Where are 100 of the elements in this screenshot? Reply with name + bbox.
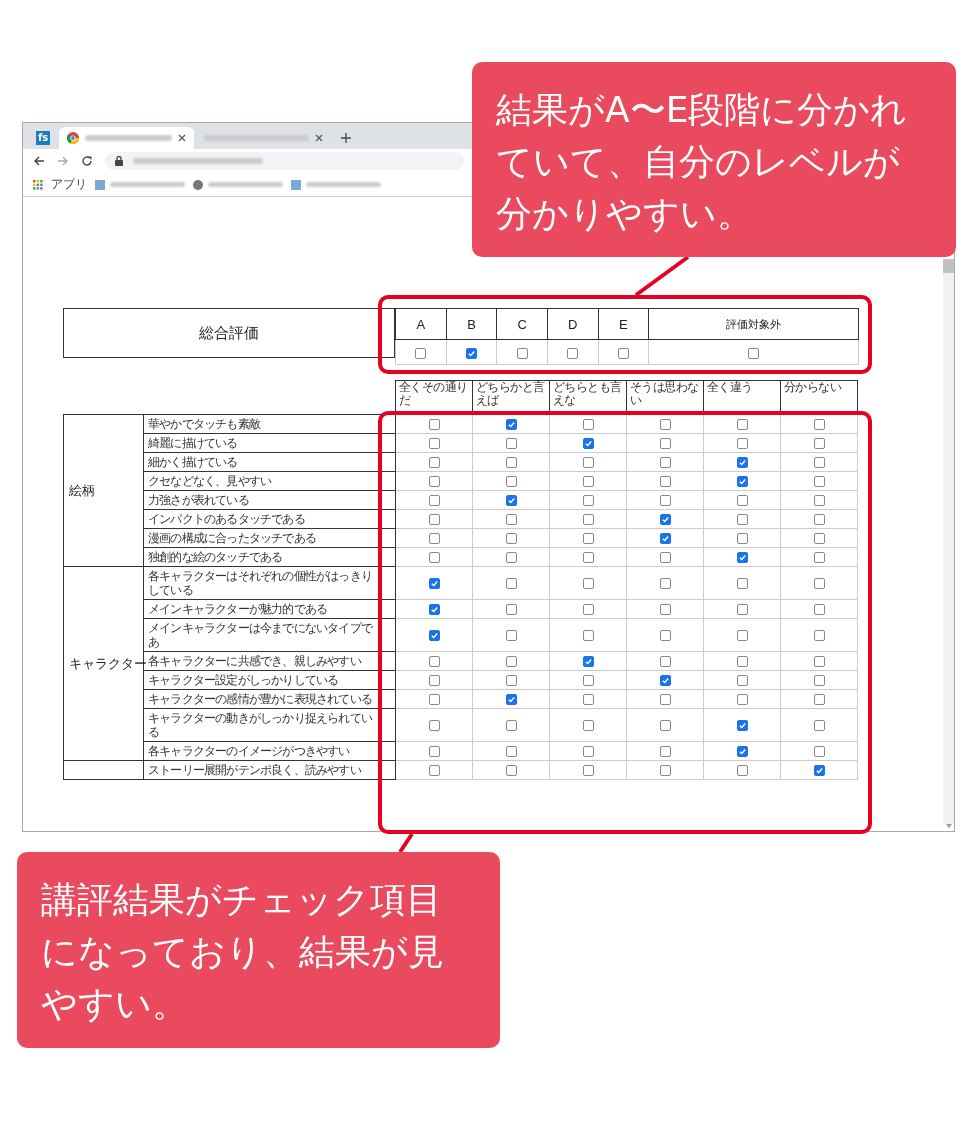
checkbox[interactable] <box>659 456 671 468</box>
checkbox[interactable] <box>582 456 594 468</box>
checkbox[interactable] <box>813 437 825 449</box>
checkbox[interactable] <box>428 764 440 776</box>
browser-tab[interactable] <box>59 127 194 149</box>
checkbox[interactable] <box>582 437 594 449</box>
checkbox[interactable] <box>736 456 748 468</box>
checkbox[interactable] <box>582 475 594 487</box>
checkbox[interactable] <box>617 347 629 359</box>
checkbox[interactable] <box>415 347 427 359</box>
checkbox[interactable] <box>428 655 440 667</box>
checkbox[interactable] <box>813 745 825 757</box>
checkbox[interactable] <box>505 577 517 589</box>
checkbox[interactable] <box>736 532 748 544</box>
checkbox[interactable] <box>428 532 440 544</box>
checkbox[interactable] <box>736 494 748 506</box>
checkbox[interactable] <box>428 603 440 615</box>
blurred-bookmark-drawing[interactable] <box>291 179 381 190</box>
checkbox[interactable] <box>736 475 748 487</box>
checkbox[interactable] <box>813 456 825 468</box>
checkbox[interactable] <box>582 764 594 776</box>
checkbox[interactable] <box>505 603 517 615</box>
checkbox[interactable] <box>659 513 671 525</box>
checkbox[interactable] <box>582 577 594 589</box>
checkbox[interactable] <box>736 764 748 776</box>
checkbox[interactable] <box>659 719 671 731</box>
forward-icon[interactable] <box>57 155 69 167</box>
checkbox[interactable] <box>428 629 440 641</box>
checkbox[interactable] <box>736 674 748 686</box>
checkbox[interactable] <box>813 513 825 525</box>
checkbox[interactable] <box>736 513 748 525</box>
checkbox[interactable] <box>659 418 671 430</box>
checkbox[interactable] <box>582 494 594 506</box>
checkbox[interactable] <box>582 693 594 705</box>
checkbox[interactable] <box>567 347 579 359</box>
checkbox[interactable] <box>505 494 517 506</box>
checkbox[interactable] <box>428 418 440 430</box>
checkbox[interactable] <box>736 745 748 757</box>
back-icon[interactable] <box>33 155 45 167</box>
checkbox[interactable] <box>505 719 517 731</box>
new-tab-icon[interactable] <box>341 133 351 143</box>
checkbox[interactable] <box>813 719 825 731</box>
checkbox[interactable] <box>748 347 760 359</box>
checkbox[interactable] <box>428 577 440 589</box>
checkbox[interactable] <box>505 475 517 487</box>
checkbox[interactable] <box>813 577 825 589</box>
close-icon[interactable] <box>315 134 323 142</box>
blurred-bookmark-drawing[interactable] <box>95 179 185 190</box>
checkbox[interactable] <box>505 693 517 705</box>
checkbox[interactable] <box>505 532 517 544</box>
checkbox[interactable] <box>505 513 517 525</box>
checkbox[interactable] <box>659 494 671 506</box>
checkbox[interactable] <box>659 577 671 589</box>
checkbox[interactable] <box>813 764 825 776</box>
checkbox[interactable] <box>736 418 748 430</box>
checkbox[interactable] <box>428 494 440 506</box>
checkbox[interactable] <box>505 551 517 563</box>
checkbox[interactable] <box>516 347 528 359</box>
checkbox[interactable] <box>659 764 671 776</box>
checkbox[interactable] <box>736 603 748 615</box>
checkbox[interactable] <box>582 603 594 615</box>
checkbox[interactable] <box>813 603 825 615</box>
checkbox[interactable] <box>582 719 594 731</box>
checkbox[interactable] <box>813 629 825 641</box>
bookmark-link[interactable]: アプリ <box>51 176 87 193</box>
checkbox[interactable] <box>813 532 825 544</box>
checkbox[interactable] <box>659 603 671 615</box>
checkbox[interactable] <box>659 475 671 487</box>
checkbox[interactable] <box>582 655 594 667</box>
checkbox[interactable] <box>736 551 748 563</box>
checkbox[interactable] <box>582 674 594 686</box>
checkbox[interactable] <box>736 693 748 705</box>
checkbox[interactable] <box>813 674 825 686</box>
checkbox[interactable] <box>505 456 517 468</box>
checkbox[interactable] <box>505 418 517 430</box>
checkbox[interactable] <box>582 629 594 641</box>
checkbox[interactable] <box>428 475 440 487</box>
checkbox[interactable] <box>428 674 440 686</box>
checkbox[interactable] <box>659 532 671 544</box>
checkbox[interactable] <box>736 655 748 667</box>
checkbox[interactable] <box>505 629 517 641</box>
checkbox[interactable] <box>659 745 671 757</box>
checkbox[interactable] <box>659 437 671 449</box>
scroll-thumb[interactable] <box>943 259 954 273</box>
apps-grid-icon[interactable] <box>33 179 43 190</box>
checkbox[interactable] <box>428 719 440 731</box>
checkbox[interactable] <box>428 745 440 757</box>
checkbox[interactable] <box>813 475 825 487</box>
pinned-tab[interactable]: fs <box>31 127 57 149</box>
reload-icon[interactable] <box>81 155 93 167</box>
checkbox[interactable] <box>582 513 594 525</box>
checkbox[interactable] <box>505 745 517 757</box>
checkbox[interactable] <box>736 437 748 449</box>
checkbox[interactable] <box>736 577 748 589</box>
checkbox[interactable] <box>659 551 671 563</box>
checkbox[interactable] <box>582 745 594 757</box>
checkbox[interactable] <box>505 674 517 686</box>
checkbox[interactable] <box>813 551 825 563</box>
checkbox[interactable] <box>736 629 748 641</box>
checkbox[interactable] <box>428 513 440 525</box>
